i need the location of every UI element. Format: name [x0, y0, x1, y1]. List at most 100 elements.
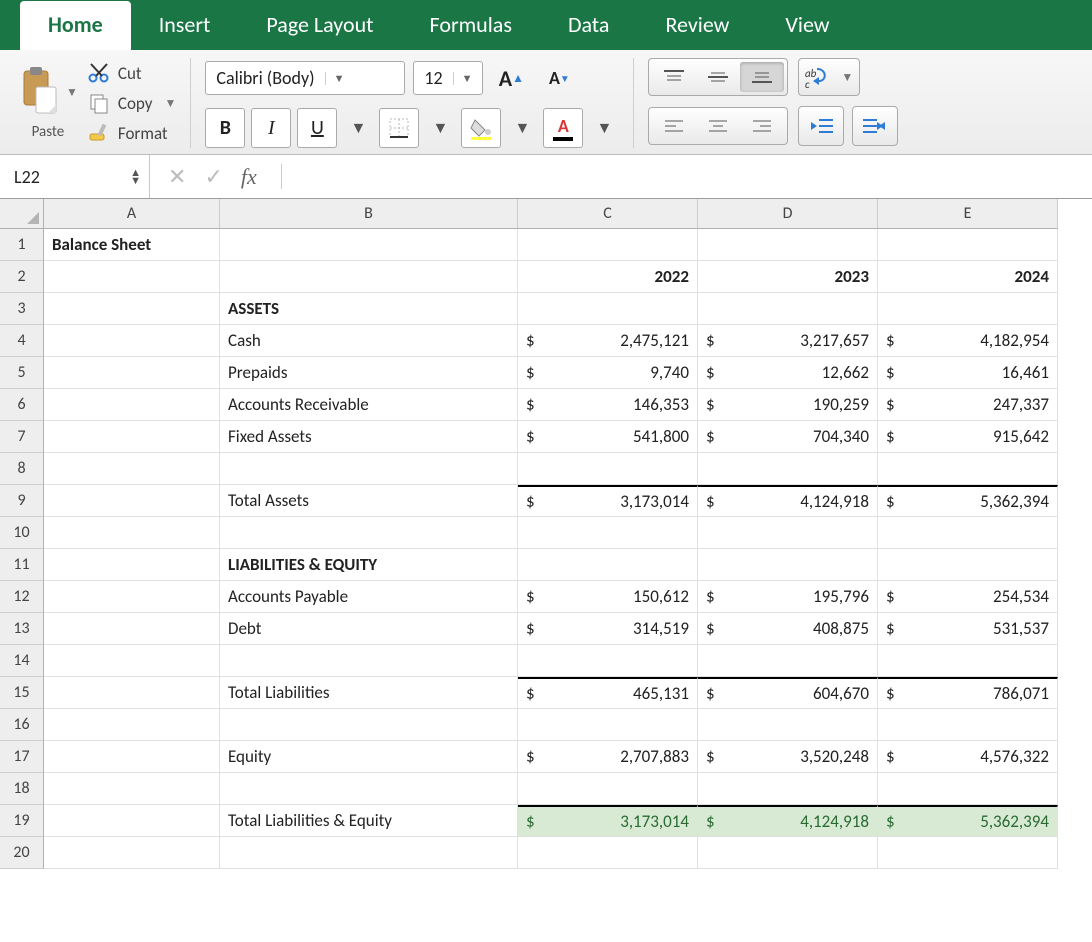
cell[interactable]: [44, 805, 220, 837]
underline-button[interactable]: U: [297, 108, 337, 148]
cell[interactable]: [44, 453, 220, 485]
row-header-19[interactable]: 19: [0, 805, 44, 837]
tab-data[interactable]: Data: [540, 1, 638, 50]
cell[interactable]: [698, 773, 878, 805]
row-header-9[interactable]: 9: [0, 485, 44, 517]
cell[interactable]: [698, 549, 878, 581]
cell[interactable]: Total Assets: [220, 485, 518, 517]
row-header-12[interactable]: 12: [0, 581, 44, 613]
cell[interactable]: $5,362,394: [878, 805, 1058, 837]
cell[interactable]: [44, 549, 220, 581]
align-top-button[interactable]: [652, 62, 696, 92]
cell[interactable]: [878, 837, 1058, 869]
cell[interactable]: [44, 293, 220, 325]
cell[interactable]: [518, 549, 698, 581]
row-header-20[interactable]: 20: [0, 837, 44, 869]
row-header-16[interactable]: 16: [0, 709, 44, 741]
cell[interactable]: [220, 709, 518, 741]
borders-button[interactable]: [379, 108, 419, 148]
name-box-caret[interactable]: ▲▼: [130, 169, 141, 185]
font-name-caret[interactable]: ▼: [325, 72, 353, 85]
cell[interactable]: [518, 229, 698, 261]
cell[interactable]: $3,217,657: [698, 325, 878, 357]
cell[interactable]: [44, 709, 220, 741]
cell[interactable]: [44, 677, 220, 709]
cell[interactable]: [44, 837, 220, 869]
cell[interactable]: [698, 293, 878, 325]
cell[interactable]: Debt: [220, 613, 518, 645]
cell[interactable]: $4,124,918: [698, 485, 878, 517]
cell[interactable]: $4,182,954: [878, 325, 1058, 357]
cell[interactable]: $531,537: [878, 613, 1058, 645]
cell[interactable]: [518, 453, 698, 485]
cell[interactable]: [220, 261, 518, 293]
cell[interactable]: $195,796: [698, 581, 878, 613]
cell[interactable]: $314,519: [518, 613, 698, 645]
cell[interactable]: [44, 421, 220, 453]
row-header-18[interactable]: 18: [0, 773, 44, 805]
cell[interactable]: [518, 645, 698, 677]
cell[interactable]: [220, 517, 518, 549]
tab-insert[interactable]: Insert: [131, 1, 239, 50]
paste-dropdown-caret[interactable]: ▼: [66, 85, 78, 100]
cell[interactable]: $190,259: [698, 389, 878, 421]
cell[interactable]: LIABILITIES & EQUITY: [220, 549, 518, 581]
copy-dropdown-caret[interactable]: ▼: [164, 96, 176, 111]
row-header-7[interactable]: 7: [0, 421, 44, 453]
cell[interactable]: Equity: [220, 741, 518, 773]
cell[interactable]: [44, 325, 220, 357]
select-all-corner[interactable]: [0, 199, 44, 229]
clipboard-icon[interactable]: [18, 65, 62, 119]
cell[interactable]: [698, 645, 878, 677]
font-name-dropdown[interactable]: Calibri (Body) ▼: [205, 61, 405, 95]
col-header-A[interactable]: A: [44, 199, 220, 229]
decrease-font-button[interactable]: A▼: [539, 58, 579, 98]
cell[interactable]: [878, 453, 1058, 485]
cell[interactable]: [220, 773, 518, 805]
wrap-text-button[interactable]: ab c ▼: [798, 58, 860, 96]
cell[interactable]: [878, 229, 1058, 261]
cell[interactable]: $146,353: [518, 389, 698, 421]
tab-review[interactable]: Review: [637, 1, 757, 50]
cell[interactable]: $150,612: [518, 581, 698, 613]
italic-button[interactable]: I: [251, 108, 291, 148]
row-header-1[interactable]: 1: [0, 229, 44, 261]
col-header-D[interactable]: D: [698, 199, 878, 229]
cell[interactable]: [220, 229, 518, 261]
cell[interactable]: $408,875: [698, 613, 878, 645]
align-middle-button[interactable]: [696, 62, 740, 92]
align-center-button[interactable]: [696, 111, 740, 141]
cell[interactable]: [518, 709, 698, 741]
cell[interactable]: [44, 613, 220, 645]
font-color-button[interactable]: A: [543, 108, 583, 148]
cell[interactable]: Accounts Receivable: [220, 389, 518, 421]
align-bottom-button[interactable]: [740, 62, 784, 92]
fill-color-caret[interactable]: ▼: [507, 108, 537, 148]
spreadsheet-grid[interactable]: 1 Balance Sheet 2 202220232024 3 ASSETS …: [0, 229, 1092, 869]
cell[interactable]: Balance Sheet: [44, 229, 220, 261]
font-color-caret[interactable]: ▼: [589, 108, 619, 148]
copy-button[interactable]: Copy ▼: [88, 92, 176, 114]
cell[interactable]: Total Liabilities: [220, 677, 518, 709]
cell[interactable]: [44, 389, 220, 421]
cell[interactable]: $786,071: [878, 677, 1058, 709]
cell[interactable]: [44, 645, 220, 677]
cell[interactable]: $4,576,322: [878, 741, 1058, 773]
cell[interactable]: [518, 773, 698, 805]
col-header-E[interactable]: E: [878, 199, 1058, 229]
cell[interactable]: [220, 645, 518, 677]
cancel-formula-icon[interactable]: ✕: [168, 163, 186, 190]
cell[interactable]: 2024: [878, 261, 1058, 293]
formula-input[interactable]: [282, 155, 1092, 198]
cell[interactable]: $704,340: [698, 421, 878, 453]
tab-view[interactable]: View: [757, 1, 857, 50]
align-left-button[interactable]: [652, 111, 696, 141]
cell[interactable]: Cash: [220, 325, 518, 357]
row-header-13[interactable]: 13: [0, 613, 44, 645]
row-header-5[interactable]: 5: [0, 357, 44, 389]
cell[interactable]: Total Liabilities & Equity: [220, 805, 518, 837]
format-painter-button[interactable]: Format: [88, 122, 176, 144]
cell[interactable]: $4,124,918: [698, 805, 878, 837]
cell[interactable]: [44, 357, 220, 389]
row-header-2[interactable]: 2: [0, 261, 44, 293]
